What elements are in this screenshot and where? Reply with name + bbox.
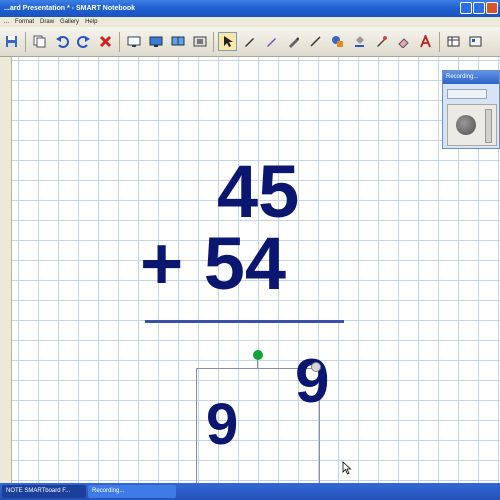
full-screen-icon[interactable] xyxy=(146,32,165,51)
recorder-panel: Recording... xyxy=(442,70,500,149)
toolbar xyxy=(0,27,500,57)
toolbar-separator xyxy=(213,31,214,52)
sum-line[interactable] xyxy=(145,320,344,323)
page-sorter-strip[interactable] xyxy=(0,57,12,483)
volume-slider[interactable] xyxy=(485,109,492,143)
eraser-icon[interactable] xyxy=(394,32,413,51)
menu-item-format[interactable]: Format xyxy=(15,17,34,27)
recorder-title: Recording... xyxy=(443,71,499,84)
creative-pen-icon[interactable] xyxy=(262,32,281,51)
rotate-handle[interactable] xyxy=(253,350,263,360)
undo-icon[interactable] xyxy=(52,32,71,51)
rotate-handle-stem xyxy=(257,360,258,368)
bottom-addend[interactable]: + 54 xyxy=(140,227,286,301)
close-button[interactable] xyxy=(486,2,498,14)
top-addend[interactable]: 45 xyxy=(217,155,299,229)
record-button[interactable] xyxy=(456,115,476,135)
toolbar-separator xyxy=(119,31,120,52)
window-controls xyxy=(460,2,498,14)
redo-icon[interactable] xyxy=(74,32,93,51)
menu-item[interactable]: ... xyxy=(4,17,9,27)
highlighter-icon[interactable] xyxy=(284,32,303,51)
delete-icon[interactable] xyxy=(96,32,115,51)
toolbar-separator xyxy=(25,31,26,52)
capture-icon[interactable] xyxy=(190,32,209,51)
properties-icon[interactable] xyxy=(466,32,485,51)
minimize-button[interactable] xyxy=(460,2,472,14)
window-title-bar: ...ard Presentation * - SMART Notebook xyxy=(0,0,500,17)
answer-ones-digit[interactable]: 9 xyxy=(206,396,238,454)
menu-item-gallery[interactable]: Gallery xyxy=(60,17,79,27)
pen-icon[interactable] xyxy=(240,32,259,51)
notebook-canvas[interactable]: 45 + 54 9 9 xyxy=(12,57,500,487)
answer-tens-digit[interactable]: 9 xyxy=(295,351,329,413)
save-icon[interactable] xyxy=(2,32,21,51)
magic-pen-icon[interactable] xyxy=(372,32,391,51)
dual-page-icon[interactable] xyxy=(168,32,187,51)
taskbar: NOTE SMARTboard F... Recording... xyxy=(0,483,500,500)
recorder-dropdown[interactable] xyxy=(447,89,487,99)
window-title: ...ard Presentation * - SMART Notebook xyxy=(4,5,136,12)
select-icon[interactable] xyxy=(218,32,237,51)
text-icon[interactable] xyxy=(416,32,435,51)
mouse-cursor-icon xyxy=(342,461,352,480)
screen-shade-icon[interactable] xyxy=(124,32,143,51)
taskbar-item-recording[interactable]: Recording... xyxy=(88,485,176,498)
taskbar-item-notebook[interactable]: NOTE SMARTboard F... xyxy=(2,485,86,498)
toolbar-separator xyxy=(439,31,440,52)
menu-handle[interactable] xyxy=(311,362,321,372)
table-icon[interactable] xyxy=(444,32,463,51)
menu-item-draw[interactable]: Draw xyxy=(40,17,54,27)
line-icon[interactable] xyxy=(306,32,325,51)
duplicate-icon[interactable] xyxy=(30,32,49,51)
fill-icon[interactable] xyxy=(350,32,369,51)
recorder-controls xyxy=(447,104,497,146)
menu-item-help[interactable]: Help xyxy=(85,17,97,27)
menu-bar: ... Format Draw Gallery Help xyxy=(0,17,500,27)
maximize-button[interactable] xyxy=(473,2,485,14)
shapes-icon[interactable] xyxy=(328,32,347,51)
